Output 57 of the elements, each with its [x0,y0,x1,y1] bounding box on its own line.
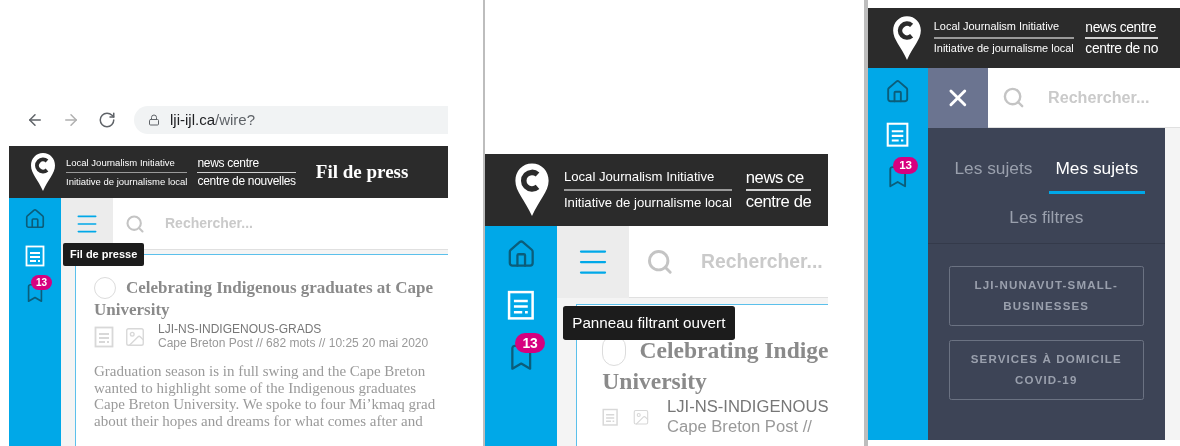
nav-item[interactable]: 13 [485,331,557,383]
logo-icon [30,152,56,192]
story-text: wanted to highlight some of the Indigenous graduates [94,379,418,396]
org-name: Initiative de journalisme local [563,194,732,212]
tooltip: Fil de presse [63,243,145,266]
nav-item[interactable]: 13 [868,155,928,199]
story-slug: LJI-NS-INDIGENOUS [666,397,829,417]
close-button[interactable] [928,68,988,128]
topic-tab[interactable]: Mes sujets [1048,155,1145,194]
document-icon [507,290,535,321]
search-icon [645,247,674,276]
back-icon[interactable] [26,111,44,129]
site-name: news ce [745,168,805,187]
story-slug: LJI-NS-INDIGENOUS-GRADS [158,322,323,336]
document-icon [886,121,910,147]
home-icon [885,78,911,105]
logo-icon [892,14,923,62]
org-name: Initiative de journalisme local [933,42,1074,56]
story-text: Graduation season is in full swing and the Cape Breton [94,363,427,380]
story-title[interactable]: Celebrating Indigenous graduates at Cape [126,277,433,299]
count-badge: 13 [515,332,545,354]
story-title[interactable]: University [94,299,170,321]
tooltip: Panneau filtrant ouvert [562,306,736,341]
org-name: Initiative de journalisme local [66,175,188,188]
topic-tab[interactable]: Les sujets [947,155,1040,194]
site-name: centre de nouvelles [197,174,296,188]
topic-button[interactable]: SERVICES À DOMICILE COVID-19 [948,339,1144,400]
home-icon [24,207,46,230]
reload-icon[interactable] [98,111,116,129]
search-icon [1001,85,1025,110]
story-meta: Cape Breton Post // [666,416,813,438]
image-icon [124,325,146,348]
story-text: about their hopes and dreams for what comes after and [94,412,424,429]
org-name: Local Journalism Initiative [66,156,176,169]
logo-icon [514,162,551,218]
search-icon [125,213,145,234]
site-name: centre de [745,193,812,212]
filters-tab[interactable]: Les filtres [928,193,1165,244]
org-name: Local Journalism Initiative [563,168,716,186]
page-title: Fil de press [315,159,409,184]
forward-icon[interactable] [62,111,80,129]
url-text: lji-ijl.ca/wire? [170,109,255,130]
site-name: news centre [197,156,260,170]
count-badge: 13 [893,156,918,175]
org-name: Local Journalism Initiative [933,20,1061,34]
document-icon [25,244,45,267]
count-badge: 13 [31,275,53,290]
story-text: Cape Breton University. We spoke to four Mi’kmaq grad [94,396,437,413]
text-icon [94,325,114,348]
site-name: centre de no [1085,40,1159,56]
topic-button[interactable]: LJI-NUNAVUT-SMALL-BUSINESSES [948,265,1144,326]
story-title[interactable]: University [602,365,707,396]
lock-icon [148,114,160,126]
story-meta: Cape Breton Post // 682 mots // 10:25 20 mai 2020 [158,336,429,351]
site-name: news centre [1085,20,1158,36]
address-bar[interactable]: lji-ijl.ca/wire? [134,106,448,134]
nav-item[interactable]: 13 [9,274,61,311]
